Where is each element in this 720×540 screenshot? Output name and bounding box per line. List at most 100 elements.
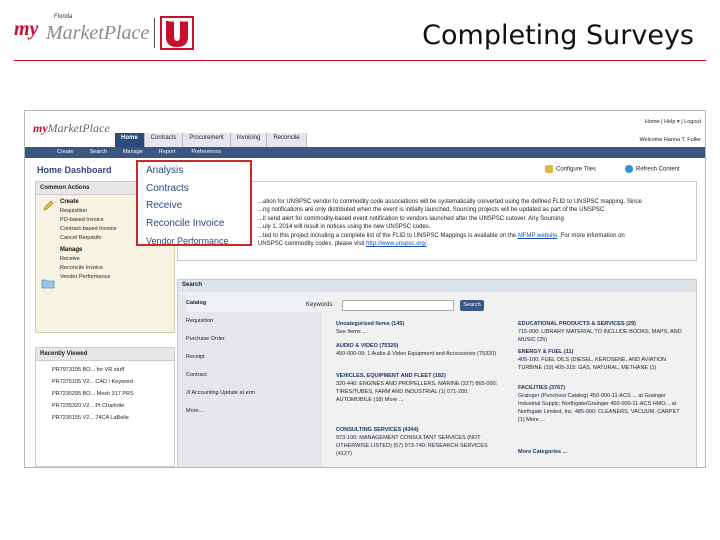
- info-line: . For more information on: [557, 232, 625, 239]
- subnav-create[interactable]: Create: [49, 147, 82, 158]
- subnav-preferences[interactable]: Preferences: [183, 147, 229, 158]
- app-header: myMarketPlace Home Contracts Procurement…: [25, 111, 705, 147]
- folder-icon: [41, 279, 55, 289]
- top-links[interactable]: Home | Help ▾ | Logout: [645, 119, 701, 125]
- search-type-requisition[interactable]: Requisition: [186, 312, 322, 330]
- slide-title: Completing Surveys: [422, 20, 694, 51]
- category-block: EDUCATIONAL PRODUCTS & SERVICES (29) 715-…: [518, 320, 686, 344]
- tab-invoicing[interactable]: Invoicing: [230, 133, 268, 147]
- search-type-purchase-order[interactable]: Purchase Order: [186, 330, 322, 348]
- category-items[interactable]: 405-100: FUEL OILS (DIESEL, KEROSENE, AN…: [518, 357, 666, 371]
- category-block: VEHICLES, EQUIPMENT AND FLEET (182) 320-4…: [336, 372, 504, 404]
- manage-reconcile-link[interactable]: Reconcile Invoice: [60, 265, 174, 271]
- info-line: .: [426, 241, 429, 248]
- tab-home[interactable]: Home: [115, 133, 145, 147]
- sub-navigation: Create Search Manage Report Preferences: [25, 147, 705, 158]
- tab-procurement[interactable]: Procurement: [183, 133, 231, 147]
- category-heading[interactable]: AUDIO & VIDEO (75320): [336, 343, 398, 349]
- pencil-icon: [43, 200, 54, 211]
- category-items[interactable]: See Items ...: [336, 329, 367, 335]
- category-block: More Categories ...: [518, 448, 686, 456]
- university-u-logo-icon: [160, 16, 194, 50]
- announcement-text: ...ation for UNSPSC vendor to commodity …: [258, 198, 694, 248]
- logo-my-text: my: [14, 18, 39, 40]
- recent-item[interactable]: PR7973195 BO... for VR stuff: [52, 367, 174, 373]
- manage-vendor-performance-link[interactable]: Vendor Performance: [60, 274, 174, 280]
- category-heading[interactable]: Uncategorized Items (145): [336, 321, 404, 327]
- recent-item[interactable]: PR7235295 BO... Mesh 317 PRS: [52, 391, 174, 397]
- category-block: AUDIO & VIDEO (75320) 450-000-09: 1 Audio…: [336, 342, 504, 358]
- info-line: ...ng notifications are only distributed…: [258, 207, 605, 214]
- menu-item-analysis[interactable]: Analysis: [146, 163, 250, 180]
- dashboard-title: Home Dashboard: [37, 165, 112, 175]
- announcement-panel: ...ation for UNSPSC vendor to commodity …: [177, 181, 697, 261]
- tab-reconcile[interactable]: Reconcile: [267, 133, 307, 147]
- subnav-report[interactable]: Report: [151, 147, 184, 158]
- welcome-text: Welcome Hanna T. Fuller: [639, 137, 701, 143]
- configure-icon: [545, 165, 553, 173]
- info-line: ...ation for UNSPSC vendor to commodity …: [258, 199, 642, 205]
- logo-divider: [154, 18, 155, 48]
- tab-contracts[interactable]: Contracts: [144, 133, 184, 147]
- marketplace-logo: Florida my MarketPlace: [14, 14, 194, 54]
- recent-item[interactable]: PR7275105 V2... CAD / Keyword: [52, 379, 174, 385]
- category-block: Uncategorized Items (145) See Items ...: [336, 320, 504, 336]
- recent-item[interactable]: PR7235320 V2... Pt Charlotte: [52, 403, 174, 409]
- search-type-accounting-update[interactable]: JI Accounting Update at erm: [186, 384, 322, 402]
- search-header: Search: [178, 280, 696, 292]
- keywords-label: Keywords:: [306, 302, 335, 308]
- category-block: ENERGY & FUEL (11) 405-100: FUEL OILS (DI…: [518, 348, 686, 372]
- subnav-search[interactable]: Search: [82, 147, 115, 158]
- search-type-more[interactable]: More...: [186, 402, 322, 420]
- title-divider: [14, 60, 706, 61]
- info-line: ...ll send alert for commodity-based eve…: [258, 215, 564, 222]
- mfmp-website-link[interactable]: MFMP website: [518, 233, 558, 239]
- recent-item[interactable]: PR7235155 V2... 74CA LaBelle: [52, 415, 174, 421]
- search-button[interactable]: Search: [460, 300, 484, 311]
- search-panel: Search Catalog Requisition Purchase Orde…: [177, 279, 697, 467]
- menu-item-receive[interactable]: Receive: [146, 198, 250, 215]
- configure-tiles-label: Configure Tiles: [556, 166, 597, 173]
- category-heading[interactable]: CONSULTING SERVICES (4344): [336, 427, 419, 433]
- app-logo[interactable]: myMarketPlace: [33, 121, 110, 136]
- category-heading[interactable]: FACILITIES (3767): [518, 385, 565, 391]
- search-type-list: Catalog Requisition Purchase Order Recei…: [178, 294, 322, 467]
- recently-viewed-header: Recently Viewed: [36, 348, 174, 361]
- category-items[interactable]: 320-440: ENGINES AND PROPELLERS, MARINE …: [336, 381, 497, 403]
- menu-item-reconcile-invoice[interactable]: Reconcile Invoice: [146, 216, 250, 233]
- more-categories-link[interactable]: More Categories ...: [518, 449, 567, 455]
- info-line: ...uly 1, 2014 will result in notices us…: [258, 224, 431, 231]
- refresh-content-label: Refresh Content: [636, 166, 680, 173]
- category-items[interactable]: 715-000: LIBRARY MATERIAL TO INCLUDE BOO…: [518, 329, 682, 343]
- category-items[interactable]: Grainger (Punchout Catalog) 450-000-11-A…: [518, 393, 680, 423]
- subnav-manage[interactable]: Manage: [115, 147, 151, 158]
- info-line: UNSPSC commodity codes, please visit: [258, 241, 367, 248]
- keywords-input[interactable]: [342, 300, 454, 311]
- category-heading[interactable]: VEHICLES, EQUIPMENT AND FLEET (182): [336, 373, 446, 379]
- manage-receive-link[interactable]: Receive: [60, 256, 174, 262]
- menu-item-contracts[interactable]: Contracts: [146, 181, 250, 198]
- app-screenshot: myMarketPlace Home Contracts Procurement…: [24, 110, 706, 468]
- manage-dropdown-highlight: Analysis Contracts Receive Reconcile Inv…: [136, 160, 252, 246]
- category-block: FACILITIES (3767) Grainger (Punchout Cata…: [518, 384, 686, 424]
- recently-viewed-panel: Recently Viewed PR7973195 BO... for VR s…: [35, 347, 175, 467]
- configure-tiles-button[interactable]: Configure Tiles: [545, 165, 596, 173]
- refresh-icon: [625, 165, 633, 173]
- category-items[interactable]: 973-100: MANAGEMENT CONSULTANT SERVICES …: [336, 435, 488, 457]
- info-line: ...ted to this project including a compl…: [258, 232, 518, 239]
- refresh-content-button[interactable]: Refresh Content: [625, 165, 680, 173]
- search-type-catalog[interactable]: Catalog: [186, 294, 322, 312]
- search-type-receipt[interactable]: Receipt: [186, 348, 322, 366]
- logo-florida-text: Florida: [54, 14, 73, 20]
- app-logo-marketplace: MarketPlace: [47, 121, 110, 135]
- search-type-contract[interactable]: Contract: [186, 366, 322, 384]
- category-items[interactable]: 450-000-09: 1 Audio & Video Equipment an…: [336, 351, 496, 357]
- unspsc-link[interactable]: http://www.unspsc.org/: [366, 241, 426, 247]
- main-tabs: Home Contracts Procurement Invoicing Rec…: [115, 133, 307, 147]
- menu-item-vendor-performance[interactable]: Vendor Performance: [146, 233, 250, 250]
- logo-marketplace-text: MarketPlace: [46, 22, 150, 44]
- category-heading[interactable]: EDUCATIONAL PRODUCTS & SERVICES (29): [518, 321, 636, 327]
- category-block: CONSULTING SERVICES (4344) 973-100: MANAG…: [336, 426, 504, 458]
- category-heading[interactable]: ENERGY & FUEL (11): [518, 349, 573, 355]
- app-logo-my: my: [33, 121, 48, 135]
